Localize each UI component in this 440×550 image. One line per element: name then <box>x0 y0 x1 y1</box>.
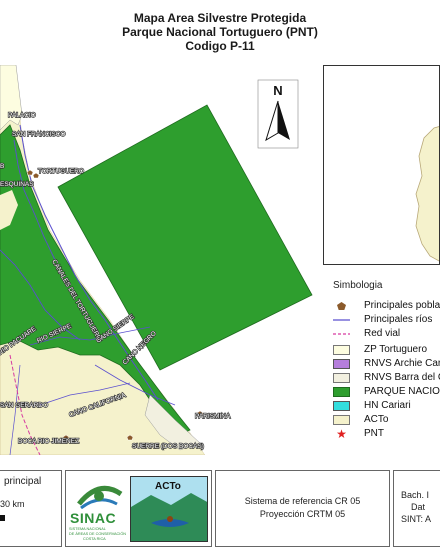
author-box: Bach. I Dat SINT: A <box>393 470 440 547</box>
legend-label: Principales ríos <box>364 314 433 325</box>
logos-box: SINAC SISTEMA NACIONAL DE ÁREAS DE CONSE… <box>65 470 212 547</box>
place-parismina: PARISMINA <box>195 413 231 420</box>
place-san-francisco: SAN FRANCISCO <box>12 131 65 138</box>
inset-land <box>415 126 439 262</box>
main-map[interactable]: PALACIO SAN FRANCISCO TORTUGUERO B ESQUI… <box>0 65 322 455</box>
legend-item-acto: ACTo <box>333 413 388 426</box>
map-code: Codigo P-11 <box>185 39 255 53</box>
legend-label: RNVS Archie Carr <box>364 358 440 369</box>
acto-text: ACTo <box>155 481 181 492</box>
place-palacio: PALACIO <box>8 112 36 119</box>
legend-label: HN Cariari <box>364 400 411 411</box>
sinac-logo: SINAC SISTEMA NACIONAL DE ÁREAS DE CONSE… <box>69 474 129 544</box>
legend-item-red-vial: Red vial <box>333 327 400 340</box>
scale-title: principal <box>4 476 42 487</box>
place-boca-rio-jimenez: BOCA RIO JIMENEZ <box>18 438 79 445</box>
legend-label: ACTo <box>364 414 389 425</box>
cariari-swatch-icon <box>333 400 350 411</box>
sinac-sub3: COSTA RICA <box>83 537 106 541</box>
road-dashed-icon <box>333 329 350 339</box>
pentagon-icon <box>333 301 350 311</box>
map-title: Mapa Area Silvestre Protegida <box>133 11 307 25</box>
legend-label: ZP Tortuguero <box>364 344 428 355</box>
parque-swatch-icon <box>333 386 350 397</box>
reference-system: Sistema de referencia CR 05 <box>244 496 361 506</box>
legend-title: Simbologia <box>333 280 383 291</box>
legend-item-pnt: ★ PNT <box>333 427 384 440</box>
place-san-gerardo: SAN GERARDO <box>0 402 48 409</box>
scale-box: principal 30 km <box>0 470 62 547</box>
zp-swatch-icon <box>333 344 350 355</box>
archie-carr-swatch-icon <box>333 358 350 369</box>
place-tortuguero: TORTUGUERO <box>38 168 84 175</box>
author-line1: Bach. I <box>401 490 430 500</box>
acto-swatch-icon <box>333 414 350 425</box>
legend-label: PNT <box>364 428 384 439</box>
sinac-sub1: SISTEMA NACIONAL <box>69 527 106 531</box>
barra-colorado-swatch-icon <box>333 372 350 383</box>
legend-item-cariari: HN Cariari <box>333 399 411 412</box>
legend-item-poblados: Principales poblados <box>333 299 440 312</box>
legend-label: Red vial <box>364 328 401 339</box>
sinac-text: SINAC <box>70 510 117 526</box>
place-cuatro-esquinas: ESQUINAS <box>0 181 34 188</box>
north-arrow: N <box>257 79 299 149</box>
inset-map <box>323 65 440 265</box>
reference-box: Sistema de referencia CR 05 Proyección C… <box>215 470 390 547</box>
acto-logo: ACTo <box>130 476 208 542</box>
place-fragment: B <box>0 163 4 170</box>
legend-label: RNVS Barra del Colorado <box>364 372 440 383</box>
north-label: N <box>273 83 282 98</box>
sinac-sub2: DE ÁREAS DE CONSERVACIÓN <box>69 532 127 536</box>
author-line2: Dat <box>411 502 426 512</box>
legend-item-rios: Principales ríos <box>333 313 432 326</box>
legend-label: Principales poblados <box>364 300 440 311</box>
legend-label: PARQUE NACIONAL <box>364 386 440 397</box>
star-icon: ★ <box>336 426 347 441</box>
author-line3: SINT: A <box>401 514 432 524</box>
legend-item-zp: ZP Tortuguero <box>333 343 427 356</box>
projection: Proyección CRTM 05 <box>259 509 346 519</box>
scale-bar <box>0 515 5 521</box>
scale-value: 30 km <box>0 499 25 509</box>
legend-item-parque: PARQUE NACIONAL <box>333 385 440 398</box>
place-suerre: SUERRE (DOS BOCAS) <box>132 443 204 450</box>
inset-svg <box>415 126 439 262</box>
legend-item-barra-colorado: RNVS Barra del Colorado <box>333 371 440 384</box>
legend-item-archie-carr: RNVS Archie Carr <box>333 357 440 370</box>
legend: Simbologia Principales poblados Principa… <box>323 267 440 455</box>
map-subtitle: Parque Nacional Tortuguero (PNT) <box>122 25 318 39</box>
river-line-icon <box>333 315 350 325</box>
